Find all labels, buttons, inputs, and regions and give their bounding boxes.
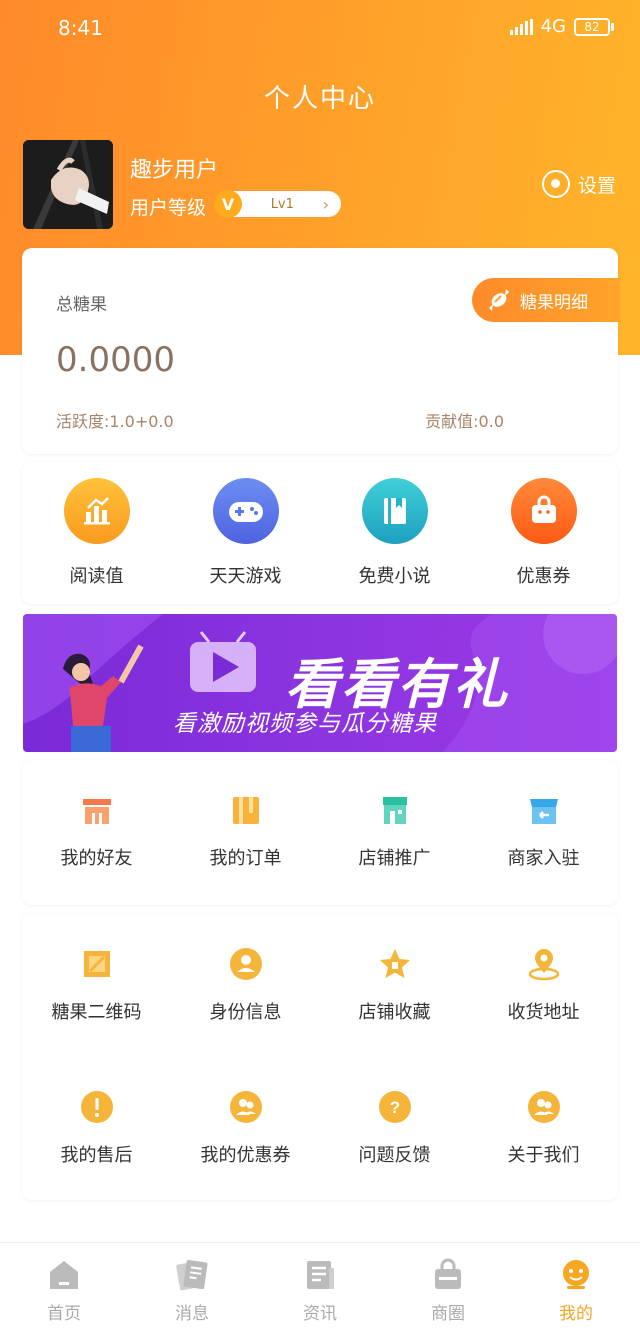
svg-text:?: ?: [389, 1098, 399, 1117]
quick-link-reading[interactable]: 阅读值: [22, 462, 171, 604]
battery-icon: 82: [574, 17, 614, 36]
candy-qrcode-icon: [79, 946, 115, 982]
shopping-bag-icon: [510, 478, 577, 544]
news-icon: [302, 1257, 338, 1293]
quick-link-label: 阅读值: [69, 566, 124, 587]
page-title: 个人中心: [263, 84, 376, 114]
user-level-label: 用户等级: [130, 197, 207, 219]
menu-store-favorites[interactable]: 店铺收藏: [320, 914, 469, 1057]
menu-candy-qrcode[interactable]: 糖果二维码: [22, 914, 171, 1057]
book-icon: [361, 478, 428, 544]
store-promote-icon: [377, 792, 413, 828]
tab-home[interactable]: 首页: [0, 1243, 128, 1332]
menu-label: 身份信息: [209, 1002, 282, 1023]
candy-title: 总糖果: [56, 295, 107, 315]
settings-button[interactable]: 设置: [541, 170, 616, 198]
gamepad-icon: [212, 478, 279, 544]
tab-label: 商圈: [431, 1304, 465, 1324]
chevron-right-icon: ›: [322, 194, 329, 214]
promo-banner[interactable]: 看看有礼 看激励视频参与瓜分糖果: [23, 614, 617, 752]
menu-feedback[interactable]: ? 问题反馈: [320, 1057, 469, 1200]
quick-link-coupons[interactable]: 优惠券: [469, 462, 618, 604]
menu-label: 糖果二维码: [51, 1002, 142, 1023]
status-bar: 8:41 4G 82: [0, 0, 640, 56]
quick-link-label: 免费小说: [358, 566, 431, 587]
after-sales-icon: [79, 1089, 115, 1125]
primary-menu-card: 我的好友 我的订单 店铺推广 商家入驻: [22, 760, 618, 905]
order-icon: [228, 792, 264, 828]
friends-icon: [79, 792, 115, 828]
chart-growth-icon: [63, 478, 130, 544]
network-type: 4G: [540, 16, 566, 37]
tab-news[interactable]: 资讯: [256, 1243, 384, 1332]
menu-merchant-join[interactable]: 商家入驻: [469, 760, 618, 903]
avatar[interactable]: [23, 140, 113, 229]
vip-badge-icon: V: [214, 190, 242, 218]
status-indicators: 4G 82: [509, 16, 614, 37]
home-icon: [46, 1257, 82, 1293]
activity-value: 活跃度:1.0+0.0: [56, 412, 174, 431]
menu-label: 我的订单: [209, 848, 282, 869]
tab-profile[interactable]: 我的: [512, 1243, 640, 1332]
menu-label: 问题反馈: [358, 1145, 431, 1166]
identity-icon: [228, 946, 264, 982]
menu-my-friends[interactable]: 我的好友: [22, 760, 171, 903]
user-level-button[interactable]: V Lv1 ›: [214, 190, 341, 218]
tab-label: 首页: [47, 1304, 81, 1324]
menu-label: 店铺推广: [358, 848, 431, 869]
quick-link-label: 优惠券: [516, 566, 571, 587]
candy-icon: [486, 287, 512, 313]
menu-label: 我的优惠券: [200, 1145, 291, 1166]
menu-label: 商家入驻: [507, 848, 580, 869]
candy-detail-button[interactable]: 糖果明细: [472, 278, 620, 322]
signal-icon: [509, 18, 533, 35]
battery-level: 82: [574, 17, 610, 36]
quick-link-label: 天天游戏: [209, 566, 282, 587]
menu-identity-info[interactable]: 身份信息: [171, 914, 320, 1057]
candy-card: 总糖果 0.0000 糖果明细 活跃度:1.0+0.0 贡献值:0.0: [22, 248, 620, 454]
menu-after-sales[interactable]: 我的售后: [22, 1057, 171, 1200]
tab-label: 资讯: [303, 1304, 337, 1324]
menu-label: 收货地址: [507, 1002, 580, 1023]
settings-label: 设置: [577, 174, 616, 197]
menu-my-coupons[interactable]: 我的优惠券: [171, 1057, 320, 1200]
menu-my-orders[interactable]: 我的订单: [171, 760, 320, 903]
tab-messages[interactable]: 消息: [128, 1243, 256, 1332]
settings-icon: [541, 170, 570, 198]
menu-about-us[interactable]: 关于我们: [469, 1057, 618, 1200]
menu-label: 店铺收藏: [358, 1002, 431, 1023]
merchant-icon: [526, 792, 562, 828]
quick-links-card: 阅读值 天天游戏 免费小说 优惠券: [22, 462, 618, 604]
my-coupon-icon: [228, 1089, 264, 1125]
menu-label: 我的售后: [60, 1145, 133, 1166]
status-time: 8:41: [58, 16, 103, 40]
candy-detail-label: 糖果明细: [520, 292, 588, 313]
bottom-tab-bar: 首页 消息 资讯 商圈 我的: [0, 1242, 640, 1332]
menu-label: 我的好友: [60, 848, 133, 869]
quick-link-novels[interactable]: 免费小说: [320, 462, 469, 604]
about-icon: [526, 1089, 562, 1125]
profile-icon: [558, 1257, 594, 1293]
message-icon: [174, 1257, 210, 1293]
menu-store-promotion[interactable]: 店铺推广: [320, 760, 469, 903]
candy-value: 0.0000: [56, 340, 175, 380]
secondary-menu-card: 糖果二维码 身份信息 店铺收藏 收货地址 我的售后 我的优惠券 ? 问题反馈 关…: [22, 914, 618, 1200]
quick-link-games[interactable]: 天天游戏: [171, 462, 320, 604]
user-level-value: Lv1: [270, 196, 294, 212]
tab-label: 消息: [175, 1304, 209, 1324]
feedback-icon: ?: [377, 1089, 413, 1125]
contribution-value: 贡献值:0.0: [425, 412, 504, 431]
shop-bag-icon: [430, 1257, 466, 1293]
tab-label: 我的: [559, 1304, 593, 1324]
banner-subtitle: 看激励视频参与瓜分糖果: [173, 711, 437, 737]
menu-shipping-address[interactable]: 收货地址: [469, 914, 618, 1057]
address-icon: [526, 946, 562, 982]
tab-business-circle[interactable]: 商圈: [384, 1243, 512, 1332]
store-favorite-icon: [377, 946, 413, 982]
menu-label: 关于我们: [507, 1145, 580, 1166]
user-name: 趣步用户: [130, 158, 219, 183]
